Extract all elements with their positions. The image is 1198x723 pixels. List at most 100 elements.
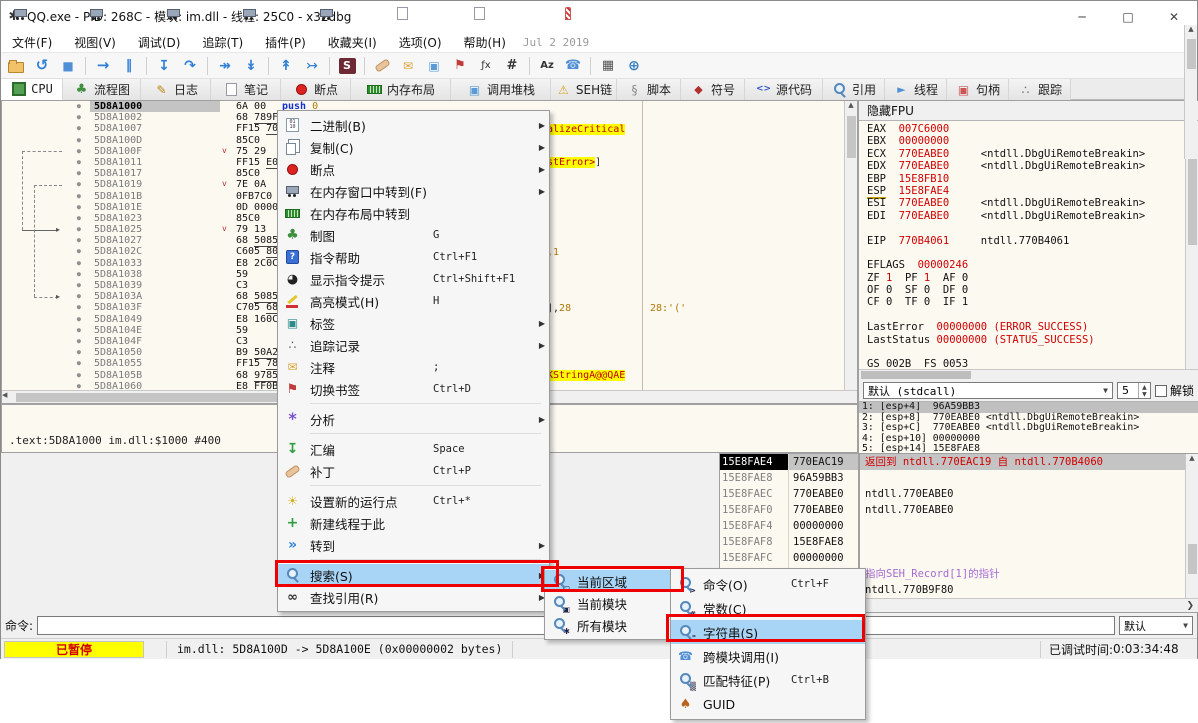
breakpoint-dot-icon[interactable]: ● [2,347,90,358]
menu-item-字符串S[interactable]: "字符串(S) [671,620,865,644]
menu-item-在内存布局中转到[interactable]: 在内存布局中转到 [278,202,549,224]
menu-item-在内存窗口中转到F[interactable]: 在内存窗口中转到(F)▶ [278,180,549,202]
tab-SEH链[interactable]: ⚠SEH链 [551,79,617,100]
stack-comment-row[interactable]: 指向SEH_Record[1]的指针 [860,566,1198,582]
register-line[interactable]: LastStatus 00000000 (STATUS_SUCCESS) [867,334,1186,346]
scylla-button[interactable]: S [335,55,359,77]
register-line[interactable]: EFLAGS 00000246 [867,259,1186,271]
calling-convention-select[interactable]: 默认 (stdcall)▼ [863,382,1113,399]
breakpoint-dot-icon[interactable]: ● [2,302,90,313]
menu-item-命令O[interactable]: >命令(O)Ctrl+F [671,572,865,596]
register-line[interactable]: LastError 00000000 (ERROR_SUCCESS) [867,321,1186,333]
menubar-item-文件F[interactable]: 文件(F) [1,32,63,53]
run-until-expression-button[interactable]: ↣ [300,55,324,77]
menu-item-指令帮助[interactable]: 指令帮助Ctrl+F1 [278,246,549,268]
breakpoint-dot-icon[interactable]: ● [2,112,90,123]
menu-item-设置新的运行点[interactable]: ☀设置新的运行点Ctrl+* [278,490,549,512]
register-line[interactable]: EBP 15E8FB10 [867,173,1186,185]
stack-row[interactable]: 15E8FAFC00000000 [720,550,858,566]
breakpoint-dot-icon[interactable]: ● [2,213,90,224]
stack-info-horizontal-scrollbar[interactable]: ❯ [860,598,1198,612]
restart-button[interactable]: ↺ [30,55,54,77]
menubar-item-追踪T[interactable]: 追踪(T) [191,32,254,53]
step-into-button[interactable]: ↧ [152,55,176,77]
registers-panel[interactable]: 隐藏FPU EAX 007C6000EBX 00000000ECX 770EAB… [858,100,1198,453]
step-over-button[interactable]: ↷ [178,55,202,77]
breakpoint-dot-icon[interactable]: ● [2,370,90,381]
breakpoint-dot-icon[interactable]: ● [2,191,90,202]
menu-item-当前区域[interactable]: ▭当前区域▶ [545,570,682,592]
tab-源代码[interactable]: <>源代码 [745,79,823,100]
breakpoint-dot-icon[interactable]: ● [2,258,90,269]
stack-row[interactable]: 15E8FAF400000000 [720,518,858,534]
execute-till-return-button[interactable]: ↠ [213,55,237,77]
stack-row[interactable]: 15E8FAE4770EAC19 [720,454,858,470]
register-line[interactable] [867,247,1186,259]
breakpoint-dot-icon[interactable]: ● [2,123,90,134]
patch-button[interactable] [370,55,394,77]
menubar-item-帮助H[interactable]: 帮助(H) [453,32,517,53]
arguments-panel[interactable]: 1: [esp+4] 96A59BB32: [esp+8] 770EABE0 <… [859,401,1198,454]
run-to-user-code-button[interactable]: ↟ [274,55,298,77]
stack-comment-row[interactable] [860,518,1198,534]
pause-button[interactable]: ‖ [117,55,141,77]
menu-item-新建线程于此[interactable]: +新建线程于此 [278,512,549,534]
register-line[interactable]: ECX 770EABE0 <ntdll.DbgUiRemoteBreakin> [867,148,1186,160]
disasm-vertical-scrollbar[interactable]: ▲ [844,101,857,392]
breakpoint-dot-icon[interactable]: ● [2,358,90,369]
function-button[interactable]: ƒx [474,55,498,77]
comment-button[interactable]: ✉ [396,55,420,77]
menu-item-注释[interactable]: ✉注释; [278,356,549,378]
arg-count-spinner[interactable]: 5▲▼ [1117,382,1151,399]
menu-item-GUID[interactable]: ♠GUID [671,692,865,716]
breakpoint-dot-icon[interactable]: ● [2,157,90,168]
menubar-item-视图V[interactable]: 视图(V) [63,32,127,53]
tab-内存布局[interactable]: 内存布局 [351,79,451,100]
minimize-button[interactable]: ─ [1059,1,1105,32]
menu-item-断点[interactable]: 断点▶ [278,158,549,180]
menu-item-跨模块调用I[interactable]: ☎跨模块调用(I) [671,644,865,668]
menu-item-追踪记录[interactable]: ∴追踪记录▶ [278,334,549,356]
menubar-item-插件P[interactable]: 插件(P) [254,32,317,53]
stop-button[interactable]: ■ [56,55,80,77]
menu-item-制图[interactable]: ♣制图G [278,224,549,246]
menu-item-补丁[interactable]: 补丁Ctrl+P [278,460,549,482]
stack-row[interactable]: 15E8FAF815E8FAE8 [720,534,858,550]
menu-item-匹配特征P[interactable]: ▒匹配特征(P)Ctrl+B [671,668,865,692]
menu-item-汇编[interactable]: ↧汇编Space [278,438,549,460]
tab-脚本[interactable]: §脚本 [617,79,681,100]
tab-引用[interactable]: 引用 [823,79,885,100]
menu-item-切换书签[interactable]: ⚑切换书签Ctrl+D [278,378,549,400]
register-line[interactable]: EDI 770EABE0 <ntdll.DbgUiRemoteBreakin> [867,210,1186,222]
tab-符号[interactable]: ◆符号 [681,79,745,100]
stack-row[interactable]: 15E8FAF0770EABE0 [720,502,858,518]
register-line[interactable]: ESI 770EABE0 <ntdll.DbgUiRemoteBreakin> [867,197,1186,209]
bookmark-button[interactable]: ⚑ [448,55,472,77]
menu-item-显示指令提示[interactable]: ◕显示指令提示Ctrl+Shift+F1 [278,268,549,290]
breakpoint-dot-icon[interactable]: ● [2,246,90,257]
menu-item-标签[interactable]: ▣标签▶ [278,312,549,334]
register-line[interactable]: EDX 770EABE0 <ntdll.DbgUiRemoteBreakin> [867,160,1186,172]
calculator-button[interactable]: ▦ [596,55,620,77]
label-button[interactable]: ▣ [422,55,446,77]
stack-comment-row[interactable]: ntdll.770EABE0 [860,486,1198,502]
menu-item-当前模块[interactable]: ▣当前模块▶ [545,592,682,614]
register-line[interactable]: GS 002B FS 0053 [867,358,1186,369]
stack-comment-row[interactable]: ntdll.770EABE0 [860,502,1198,518]
tab-调用堆栈[interactable]: ▣调用堆栈 [451,79,551,100]
spinner-arrows-icon[interactable]: ▲▼ [1138,383,1150,398]
globe-button[interactable]: ⊕ [622,55,646,77]
strings-button[interactable]: Az [535,55,559,77]
breakpoint-dot-icon[interactable]: ● [2,168,90,179]
tab-句柄[interactable]: ▣句柄 [947,79,1009,100]
breakpoint-dot-icon[interactable]: ● [2,235,90,246]
argument-row[interactable]: 1: [esp+4] 96A59BB3 [859,402,1198,413]
stack-row[interactable]: 15E8FAE896A59BB3 [720,470,858,486]
stack-comments-panel[interactable]: 返回到 ntdll.770EAC19 自 ntdll.770B4060ntdll… [859,453,1198,613]
menu-item-所有模块[interactable]: ✱所有模块▶ [545,614,682,636]
register-line[interactable] [867,309,1186,321]
dump-vertical-scrollbar[interactable]: ▲ [1184,25,1197,159]
menu-item-复制C[interactable]: 复制(C)▶ [278,136,549,158]
stack-comment-row[interactable] [860,470,1198,486]
register-line[interactable]: EIP 770B4061 ntdll.770B4061 [867,235,1186,247]
